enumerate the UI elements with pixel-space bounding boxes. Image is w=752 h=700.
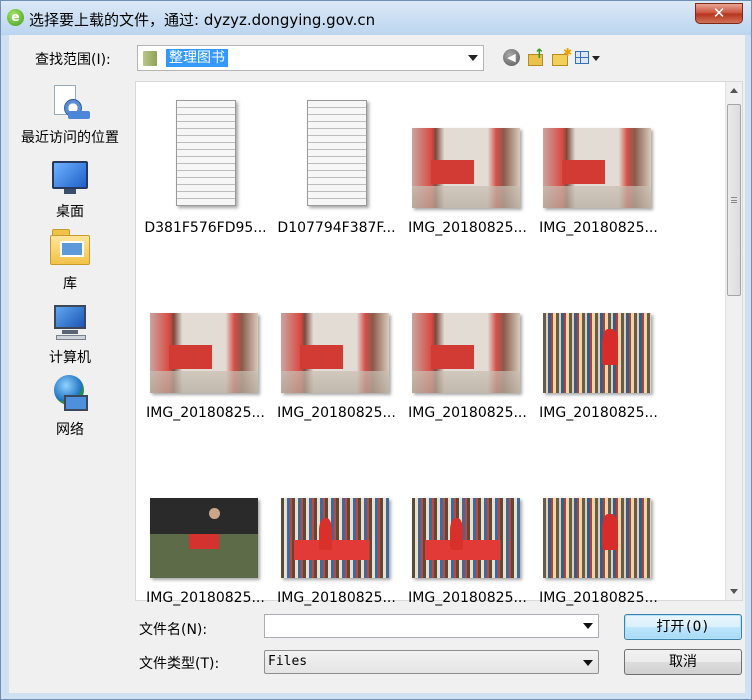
file-thumbnail [150, 470, 260, 580]
file-thumbnail [412, 470, 522, 580]
file-name: IMG_20180825... [539, 220, 658, 236]
file-thumbnail [412, 100, 522, 210]
filename-label: 文件名(N): [139, 622, 208, 638]
cancel-button[interactable]: 取消 [624, 649, 742, 675]
filetype-label: 文件类型(T): [139, 656, 220, 672]
grip-icon [731, 197, 737, 203]
file-item[interactable]: IMG_20180825... [402, 90, 533, 270]
back-button[interactable]: ◀ [503, 49, 520, 66]
desktop-icon [50, 157, 90, 197]
file-item[interactable]: D381F576FD95... [140, 90, 271, 270]
scrollbar-thumb[interactable] [727, 104, 741, 296]
file-item[interactable]: IMG_20180825... [402, 275, 533, 455]
sparkle-icon: ✱ [563, 46, 573, 59]
chevron-down-icon [583, 660, 593, 666]
folder-icon [143, 51, 157, 66]
file-thumbnail [281, 285, 391, 395]
file-name: IMG_20180825... [539, 590, 658, 606]
place-label: 桌面 [56, 204, 84, 220]
file-name: IMG_20180825... [408, 220, 527, 236]
place-label: 最近访问的位置 [21, 130, 119, 146]
file-item[interactable]: IMG_20180825... [140, 460, 271, 640]
dialog-body: 查找范围(I): 整理图书 ◀ ↑ ✱ 最近访问的位置 桌面 库 计算机 网络 … [9, 35, 745, 693]
file-thumbnail [543, 100, 653, 210]
computer-icon [50, 303, 90, 343]
libraries-icon [50, 229, 90, 269]
file-item[interactable]: IMG_20180825... [402, 460, 533, 640]
view-grid-icon [575, 51, 589, 64]
file-open-dialog: e 选择要上载的文件，通过: dyzyz.dongying.gov.cn ✕ 查… [0, 0, 752, 700]
filetype-value: Files [268, 654, 308, 669]
look-in-value: 整理图书 [166, 49, 228, 67]
file-name: IMG_20180825... [146, 590, 265, 606]
file-thumbnail [412, 285, 522, 395]
file-item[interactable]: IMG_20180825... [271, 275, 402, 455]
up-one-level-button[interactable]: ↑ [528, 47, 546, 67]
places-bar: 最近访问的位置 桌面 库 计算机 网络 [9, 81, 131, 691]
title-bar[interactable]: e 选择要上载的文件，通过: dyzyz.dongying.gov.cn ✕ [1, 1, 751, 35]
file-thumbnail [150, 285, 260, 395]
view-menu-button[interactable] [575, 49, 601, 67]
place-recent[interactable]: 最近访问的位置 [9, 83, 131, 147]
back-arrow-icon: ◀ [507, 51, 516, 64]
dialog-title: 选择要上载的文件，通过: dyzyz.dongying.gov.cn [29, 11, 376, 29]
file-name: D107794F387F... [277, 220, 396, 236]
chevron-down-icon[interactable] [468, 55, 478, 61]
file-item[interactable]: D107794F387F... [271, 90, 402, 270]
up-arrow-icon: ↑ [534, 47, 545, 62]
file-name: D381F576FD95... [144, 220, 267, 236]
scroll-up-arrow-icon[interactable] [730, 88, 738, 93]
file-list-view[interactable]: D381F576FD95... D107794F387F... IMG_2018… [135, 81, 743, 606]
file-thumbnail [150, 100, 260, 210]
place-computer[interactable]: 计算机 [9, 303, 131, 367]
network-icon [50, 375, 90, 415]
file-thumbnail [543, 285, 653, 395]
close-button[interactable]: ✕ [695, 3, 743, 24]
file-item[interactable]: IMG_20180825... [271, 460, 402, 640]
file-thumbnail [281, 100, 391, 210]
place-label: 网络 [56, 422, 84, 438]
place-libraries[interactable]: 库 [9, 229, 131, 293]
vertical-scrollbar[interactable] [725, 82, 742, 600]
file-item[interactable]: IMG_20180825... [533, 460, 664, 640]
file-name: IMG_20180825... [277, 590, 396, 606]
file-thumbnail [281, 470, 391, 580]
place-network[interactable]: 网络 [9, 375, 131, 439]
filetype-select[interactable]: Files [264, 650, 599, 674]
scroll-down-arrow-icon[interactable] [730, 589, 738, 594]
file-name: IMG_20180825... [408, 405, 527, 421]
recent-places-icon [50, 83, 90, 123]
place-label: 库 [63, 276, 77, 292]
file-name: IMG_20180825... [277, 405, 396, 421]
file-item[interactable]: IMG_20180825... [140, 275, 271, 455]
file-name: IMG_20180825... [146, 405, 265, 421]
place-label: 计算机 [49, 350, 91, 366]
chevron-down-icon[interactable] [583, 623, 593, 629]
file-name: IMG_20180825... [408, 590, 527, 606]
filename-input[interactable] [264, 614, 599, 638]
ie-logo-icon: e [7, 9, 24, 26]
new-folder-button[interactable]: ✱ [552, 46, 573, 67]
look-in-dropdown[interactable]: 整理图书 [137, 45, 484, 71]
place-desktop[interactable]: 桌面 [9, 157, 131, 221]
file-thumbnail [543, 470, 653, 580]
file-item[interactable]: IMG_20180825... [533, 275, 664, 455]
file-name: IMG_20180825... [539, 405, 658, 421]
file-item[interactable]: IMG_20180825... [533, 90, 664, 270]
chevron-down-icon [592, 56, 600, 61]
open-button[interactable]: 打开(O) [624, 614, 742, 640]
look-in-label: 查找范围(I): [35, 52, 111, 68]
